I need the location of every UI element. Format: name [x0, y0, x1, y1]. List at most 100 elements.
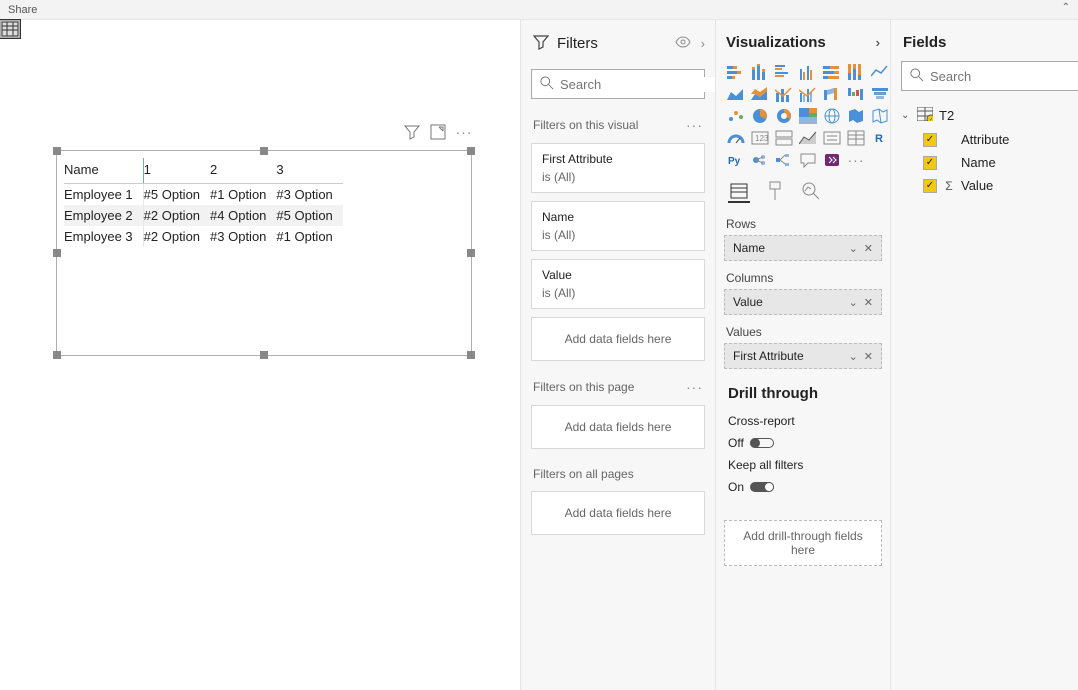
viz-donut-icon[interactable] [774, 107, 794, 125]
filter-card[interactable]: Name is (All) [531, 201, 705, 251]
filter-card[interactable]: Value is (All) [531, 259, 705, 309]
more-icon[interactable]: ··· [686, 117, 703, 133]
viz-stacked-bar-icon[interactable] [726, 63, 746, 81]
table-row[interactable]: Employee 1 #5 Option #1 Option #3 Option [64, 184, 343, 206]
section-title-visual: Filters on this visual··· [521, 115, 715, 139]
filter-icon[interactable] [404, 124, 420, 140]
resize-handle[interactable] [53, 351, 61, 359]
cross-report-toggle[interactable]: Off [728, 436, 774, 450]
checkbox-checked[interactable]: ✓ [923, 133, 937, 147]
collapse-pane-icon[interactable]: › [701, 36, 705, 51]
focus-mode-icon[interactable] [430, 124, 446, 140]
field-node[interactable]: ✓ Name [901, 151, 1078, 174]
col-header[interactable]: 2 [210, 158, 276, 184]
drop-zone-visual[interactable]: Add data fields here [531, 317, 705, 361]
viz-line-chart-icon[interactable] [870, 63, 890, 81]
report-canvas[interactable]: ··· Name 1 [0, 20, 520, 690]
col-header[interactable]: 3 [276, 158, 342, 184]
share-button[interactable]: Share [0, 2, 45, 18]
filter-card[interactable]: First Attribute is (All) [531, 143, 705, 193]
viz-map-icon[interactable] [822, 107, 842, 125]
remove-icon[interactable]: ✕ [864, 296, 873, 309]
search-input[interactable] [930, 69, 1078, 84]
chevron-down-icon[interactable]: ⌄ [849, 296, 858, 309]
col-header[interactable]: Name [64, 158, 143, 184]
viz-ribbon-icon[interactable] [822, 85, 842, 103]
field-node[interactable]: ✓ Σ Value [901, 174, 1078, 197]
more-options-icon[interactable]: ··· [456, 124, 472, 140]
viz-qa-icon[interactable] [798, 151, 818, 169]
search-input[interactable] [560, 77, 715, 92]
viz-filled-map-icon[interactable] [846, 107, 866, 125]
drop-zone-all[interactable]: Add data fields here [531, 491, 705, 535]
matrix-visual[interactable]: ··· Name 1 [56, 150, 472, 356]
more-icon[interactable]: ··· [686, 379, 703, 395]
table-row[interactable]: Employee 2 #2 Option #4 Option #5 Option [64, 205, 343, 226]
resize-handle[interactable] [467, 147, 475, 155]
resize-handle[interactable] [260, 147, 268, 155]
drill-through-drop[interactable]: Add drill-through fields here [724, 520, 882, 566]
resize-handle[interactable] [467, 249, 475, 257]
remove-icon[interactable]: ✕ [864, 242, 873, 255]
cell: #5 Option [143, 184, 210, 206]
well-chip-columns[interactable]: Value ⌄✕ [724, 289, 882, 315]
well-chip-values[interactable]: First Attribute ⌄✕ [724, 343, 882, 369]
field-node[interactable]: ✓ Attribute [901, 128, 1078, 151]
viz-area-chart-icon[interactable] [726, 85, 746, 103]
viz-waterfall-icon[interactable] [846, 85, 866, 103]
resize-handle[interactable] [260, 351, 268, 359]
viz-python-icon[interactable]: Py [726, 151, 746, 169]
table-node[interactable]: ⌄ ✓ T2 [901, 103, 1078, 128]
chevron-down-icon[interactable]: ⌄ [849, 242, 858, 255]
cell: Employee 3 [64, 226, 143, 247]
viz-treemap-icon[interactable] [798, 107, 818, 125]
viz-stacked-area-icon[interactable] [750, 85, 770, 103]
well-label-values: Values [724, 317, 882, 343]
filters-search[interactable] [531, 69, 705, 99]
resize-handle[interactable] [53, 249, 61, 257]
drop-zone-page[interactable]: Add data fields here [531, 405, 705, 449]
viz-kpi-icon[interactable] [798, 129, 818, 147]
viz-shape-map-icon[interactable] [870, 107, 890, 125]
viz-card-icon[interactable]: 123 [750, 129, 770, 147]
viz-line-stacked-column-icon[interactable] [774, 85, 794, 103]
viz-stacked-column-icon[interactable] [750, 63, 770, 81]
col-header[interactable]: 1 [143, 158, 210, 184]
chevron-down-icon[interactable]: ⌄ [849, 350, 858, 363]
eye-icon[interactable] [675, 36, 691, 51]
viz-funnel-icon[interactable] [870, 85, 890, 103]
viz-scatter-icon[interactable] [726, 107, 746, 125]
collapse-ribbon-icon[interactable]: ⌃ [1062, 2, 1070, 13]
viz-more-icon[interactable]: ··· [846, 151, 866, 169]
checkbox-checked[interactable]: ✓ [923, 156, 937, 170]
resize-handle[interactable] [53, 147, 61, 155]
viz-r-visual-icon[interactable]: R [870, 129, 890, 147]
format-tab-icon[interactable] [764, 181, 786, 203]
viz-multi-card-icon[interactable] [774, 129, 794, 147]
viz-decomposition-tree-icon[interactable] [774, 151, 794, 169]
section-title-page: Filters on this page··· [521, 377, 715, 401]
viz-clustered-column-icon[interactable] [798, 63, 818, 81]
filter-condition: is (All) [542, 170, 694, 184]
well-chip-rows[interactable]: Name ⌄✕ [724, 235, 882, 261]
keep-filters-toggle[interactable]: On [728, 480, 774, 494]
fields-tab-icon[interactable] [728, 181, 750, 203]
table-row[interactable]: Employee 3 #2 Option #3 Option #1 Option [64, 226, 343, 247]
collapse-pane-icon[interactable]: › [876, 35, 880, 50]
viz-clustered-bar-icon[interactable] [774, 63, 794, 81]
remove-icon[interactable]: ✕ [864, 350, 873, 363]
cell: #3 Option [210, 226, 276, 247]
resize-handle[interactable] [467, 351, 475, 359]
viz-100-stacked-bar-icon[interactable] [822, 63, 842, 81]
viz-100-stacked-column-icon[interactable] [846, 63, 866, 81]
checkbox-checked[interactable]: ✓ [923, 179, 937, 193]
viz-table-icon[interactable] [846, 129, 866, 147]
analytics-tab-icon[interactable] [800, 181, 822, 203]
viz-line-clustered-column-icon[interactable] [798, 85, 818, 103]
fields-search[interactable] [901, 61, 1078, 91]
viz-powerapps-icon[interactable] [822, 151, 842, 169]
viz-pie-icon[interactable] [750, 107, 770, 125]
viz-key-influencers-icon[interactable] [750, 151, 770, 169]
viz-gauge-icon[interactable] [726, 129, 746, 147]
viz-slicer-icon[interactable] [822, 129, 842, 147]
